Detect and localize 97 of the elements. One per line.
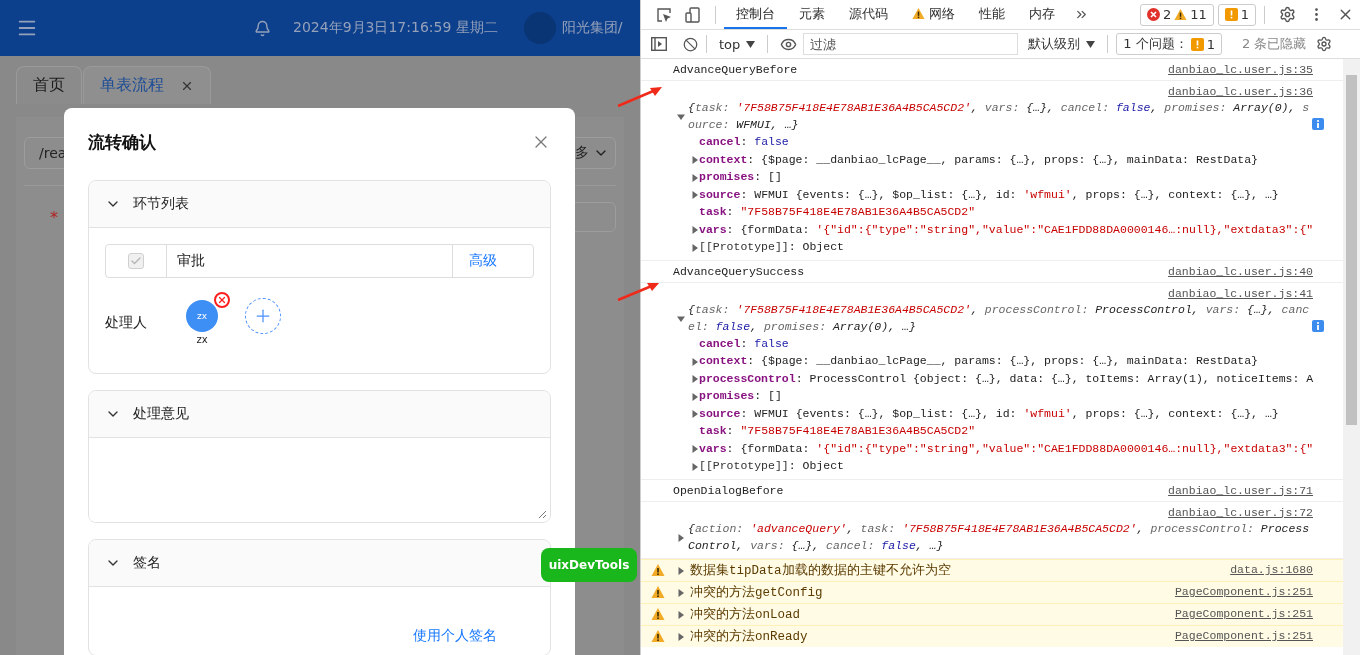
resize-grip-icon[interactable] (538, 510, 547, 519)
user-name: zx (196, 334, 208, 345)
section-title: 环节列表 (133, 195, 189, 213)
scrollbar[interactable] (1343, 59, 1360, 655)
datetime-text: 2024年9月3日17:16:59 星期二 (293, 19, 498, 37)
expand-triangle-icon[interactable] (677, 633, 685, 641)
source-link[interactable]: danbiao_lc.user.js:41 (1168, 286, 1313, 301)
more-label: 多 (575, 144, 589, 162)
section-header[interactable]: 环节列表 (89, 181, 550, 228)
object-summary: {task: '7F58B75F418E4E78AB1E36A4B5CA5CD2', vars: {…}, cancel: false, promises: Array(0), source: WFMUI, …} (688, 100, 1310, 133)
property-line: task: "7F58B75F418E4E78AB1E36A4B5CA5CD2" (699, 205, 976, 219)
collapse-triangle-icon[interactable] (677, 314, 685, 323)
caret-icon (746, 40, 756, 48)
property-line: promises: [] (699, 389, 782, 403)
source-link[interactable]: danbiao_lc.user.js:40 (1168, 264, 1313, 278)
expand-triangle-icon[interactable] (677, 611, 685, 619)
sidebar-icon[interactable] (651, 37, 667, 51)
warning-message: 数据集tipData加载的数据的主键不允许为空 (690, 562, 951, 579)
property-line: vars: {formData: '{"id":{"type":"string","value":"CAE1FDD88DA0000146…:null},"extdata3":{" (699, 441, 1314, 455)
object-summary: {action: 'advanceQuery', task: '7F58B75F418E4E78AB1E36A4B5CA5CD2', processControl: ProcessControl, vars: {…}, cancel: false, …} (688, 520, 1310, 554)
warning-icon (651, 629, 665, 643)
section-header[interactable]: 签名 (89, 540, 550, 587)
source-link[interactable]: danbiao_lc.user.js:72 (1168, 505, 1313, 520)
property-line: processControl: ProcessControl {object: {…}, data: {…}, toItems: Array(1), noticeItems: A (699, 371, 1314, 385)
inspect-icon[interactable] (655, 6, 672, 23)
property-line: vars: {formData: '{"id":{"type":"string","value":"CAE1FDD88DA0000146…:null},"extdata3":{" (699, 222, 1314, 236)
expand-triangle-icon[interactable] (677, 567, 685, 575)
issue-icon (1190, 37, 1204, 51)
warning-icon (651, 585, 665, 599)
property-line: cancel: false (699, 336, 789, 350)
scrollbar-thumb[interactable] (1346, 75, 1357, 425)
property-line: [[Prototype]]: Object (699, 240, 844, 254)
property-line: cancel: false (699, 135, 789, 149)
devtools-tab[interactable]: 源代码 (837, 0, 900, 29)
source-link[interactable]: PageComponent.js:251 (1174, 585, 1313, 598)
warning-icon (651, 563, 665, 577)
caret-icon (1086, 40, 1096, 48)
info-icon[interactable] (1312, 319, 1324, 332)
source-link[interactable]: PageComponent.js:251 (1174, 629, 1313, 642)
source-link[interactable]: data.js:1680 (1230, 563, 1313, 576)
issues-button[interactable]: 1 个问题： 1 (1116, 33, 1222, 55)
clear-icon[interactable] (683, 36, 698, 52)
property-line: source: WFMUI {events: {…}, $op_list: {…}, id: 'wfmui', props: {…}, context: {…}, …} (699, 406, 1279, 420)
section-title: 签名 (133, 554, 161, 572)
collapse-triangle-icon[interactable] (677, 113, 685, 121)
devtools-tab[interactable]: 元素 (787, 0, 837, 29)
source-link[interactable]: danbiao_lc.user.js:35 (1168, 63, 1313, 76)
organization-text: 阳光集团/ (561, 19, 623, 37)
warning-message: 冲突的方法onReady (690, 628, 808, 645)
property-line: promises: [] (699, 170, 782, 184)
expand-triangle-icon[interactable] (677, 589, 685, 597)
bell-icon[interactable] (254, 19, 271, 37)
property-line: context: {$page: __danbiao_lcPage__, params: {…}, props: {…}, mainData: RestData} (699, 152, 1258, 166)
devtools-tab[interactable]: 性能 (967, 0, 1017, 29)
object-summary: {task: '7F58B75F418E4E78AB1E36A4B5CA5CD2', processControl: ProcessControl, vars: {…}, cancel: false, promises: Array(0), …} (688, 301, 1310, 335)
section-header[interactable]: 处理意见 (89, 391, 550, 438)
property-line: task: "7F58B75F418E4E78AB1E36A4B5CA5CD2" (699, 424, 976, 438)
section-title: 处理意见 (133, 405, 189, 423)
devtools-tab[interactable]: 内存 (1017, 0, 1067, 29)
warning-message: 冲突的方法getConfig (690, 584, 823, 601)
handler-label: 处理人 (105, 313, 148, 332)
dialog-title: 流转确认 (88, 130, 156, 154)
property-line: source: WFMUI {events: {…}, $op_list: {…}, id: 'wfmui', props: {…}, context: {…}, …} (699, 187, 1279, 201)
devtools-tab[interactable]: 网络 (900, 0, 967, 29)
issue-icon (1224, 8, 1238, 21)
step-name: 审批 (167, 245, 453, 277)
property-line: context: {$page: __danbiao_lcPage__, params: {…}, props: {…}, mainData: RestData} (699, 354, 1258, 368)
warning-message: 冲突的方法onLoad (690, 606, 800, 623)
info-icon[interactable] (1312, 118, 1324, 130)
remove-icon[interactable] (214, 292, 230, 308)
log-message: AdvanceQuerySuccess (673, 264, 805, 278)
issues-count[interactable]: 1 (1217, 3, 1256, 26)
page-tab[interactable]: 首页 (16, 66, 82, 104)
console-counts[interactable]: 2 11 (1139, 3, 1214, 26)
filter-field[interactable]: 过滤 (803, 33, 1019, 55)
expand-triangle-icon[interactable] (677, 533, 685, 542)
settings-icon[interactable] (1279, 6, 1296, 23)
check-icon (130, 255, 142, 267)
warning-icon (1174, 8, 1188, 21)
log-message: OpenDialogBefore (673, 483, 784, 497)
warning-icon (651, 607, 665, 621)
warning-icon (912, 7, 925, 20)
devtools-tab[interactable]: 控制台 (724, 0, 787, 29)
add-handler-button[interactable] (245, 297, 281, 334)
source-link[interactable]: PageComponent.js:251 (1174, 607, 1313, 620)
level-select[interactable]: 默认级别 (1024, 35, 1100, 53)
error-icon (1146, 8, 1160, 21)
context-select[interactable]: top (715, 36, 760, 52)
log-message: AdvanceQueryBefore (673, 63, 798, 76)
device-icon[interactable] (684, 6, 701, 23)
personal-signature-link[interactable]: 使用个人签名 (413, 627, 497, 645)
hidden-count: 2 条已隐藏 (1242, 35, 1307, 53)
settings-icon[interactable] (1316, 36, 1333, 52)
property-line: [[Prototype]]: Object (699, 459, 844, 473)
required-mark: * (50, 207, 58, 227)
source-link[interactable]: danbiao_lc.user.js:36 (1168, 85, 1313, 99)
source-link[interactable]: danbiao_lc.user.js:71 (1168, 483, 1313, 497)
